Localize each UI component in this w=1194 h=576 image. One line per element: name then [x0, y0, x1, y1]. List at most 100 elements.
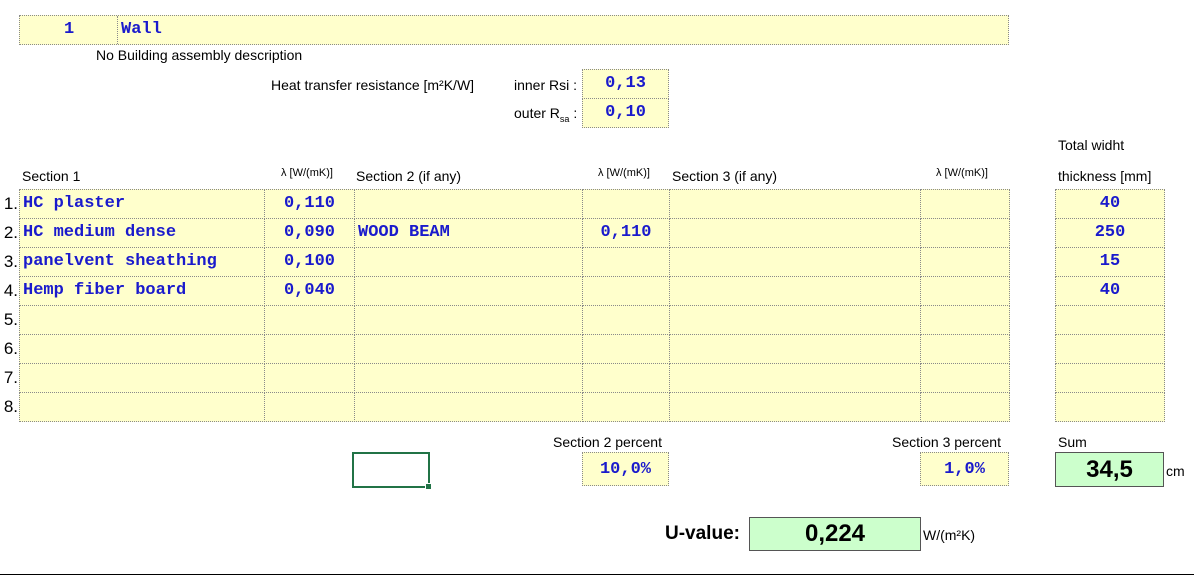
- section3-header: Section 3 (if any): [672, 168, 778, 184]
- thickness-cell[interactable]: [1055, 392, 1165, 422]
- section3-material-cell[interactable]: [669, 276, 921, 306]
- section2-lambda: 0,110: [600, 223, 652, 242]
- section3-material-cell[interactable]: [669, 392, 921, 422]
- section1-lambda: 0,040: [283, 281, 335, 300]
- section1-material-cell[interactable]: [19, 305, 265, 335]
- total-width-label: Total widht: [1058, 137, 1125, 153]
- section2-percent-label: Section 2 percent: [553, 434, 662, 450]
- section3-lambda-cell[interactable]: [920, 334, 1010, 364]
- row-number: 3.: [3, 252, 18, 271]
- section2-material-cell[interactable]: [354, 392, 583, 422]
- section1-lambda-cell[interactable]: 0,100: [264, 247, 355, 277]
- section2-percent-cell[interactable]: 10,0%: [582, 452, 669, 486]
- section1-lambda-cell[interactable]: [264, 363, 355, 393]
- section3-lambda-cell[interactable]: [920, 363, 1010, 393]
- section1-lambda-cell[interactable]: 0,090: [264, 218, 355, 248]
- section3-lambda-cell[interactable]: [920, 392, 1010, 422]
- section1-lambda-cell[interactable]: [264, 305, 355, 335]
- inner-rsi-value: 0,13: [605, 74, 646, 93]
- section2-percent-value: 10,0%: [599, 460, 651, 479]
- section1-material: HC plaster: [23, 194, 126, 213]
- section1-material-cell[interactable]: HC medium dense: [19, 218, 265, 248]
- sum-value: 34,5: [1055, 452, 1164, 487]
- assembly-name[interactable]: Wall: [121, 20, 162, 39]
- section1-material-cell[interactable]: Hemp fiber board: [19, 276, 265, 306]
- row-number: 2.: [3, 223, 18, 242]
- section1-material-cell[interactable]: [19, 363, 265, 393]
- assembly-number[interactable]: 1: [64, 20, 74, 39]
- thickness-cell[interactable]: 15: [1055, 247, 1165, 277]
- section2-lambda-cell[interactable]: [582, 276, 670, 306]
- section2-material-cell[interactable]: [354, 334, 583, 364]
- section2-material-cell[interactable]: [354, 363, 583, 393]
- section2-lambda-cell[interactable]: [582, 334, 670, 364]
- section2-lambda-cell[interactable]: [582, 305, 670, 335]
- section3-lambda-cell[interactable]: [920, 305, 1010, 335]
- section3-lambda-cell[interactable]: [920, 276, 1010, 306]
- section1-lambda-cell[interactable]: [264, 392, 355, 422]
- thickness: 40: [1099, 281, 1121, 300]
- section3-material-cell[interactable]: [669, 189, 921, 219]
- section1-material-cell[interactable]: HC plaster: [19, 189, 265, 219]
- outer-rsa-cell[interactable]: 0,10: [582, 98, 669, 128]
- thickness-cell[interactable]: [1055, 305, 1165, 335]
- section3-lambda-cell[interactable]: [920, 218, 1010, 248]
- section2-material-cell[interactable]: [354, 189, 583, 219]
- section2-material-cell[interactable]: [354, 305, 583, 335]
- section3-lambda-cell[interactable]: [920, 189, 1010, 219]
- section2-lambda-cell[interactable]: 0,110: [582, 218, 670, 248]
- lambda3-header: λ [W/(mK)]: [936, 167, 988, 179]
- section2-lambda-cell[interactable]: [582, 392, 670, 422]
- section1-lambda-cell[interactable]: [264, 334, 355, 364]
- section2-material-cell[interactable]: WOOD BEAM: [354, 218, 583, 248]
- section2-material-cell[interactable]: [354, 247, 583, 277]
- section1-lambda-cell[interactable]: 0,110: [264, 189, 355, 219]
- bottom-divider: [0, 574, 1194, 575]
- thickness: 250: [1094, 223, 1126, 242]
- section1-lambda: 0,090: [283, 223, 335, 242]
- section2-lambda-cell[interactable]: [582, 247, 670, 277]
- row-number: 6.: [3, 339, 18, 358]
- row-number: 1.: [3, 194, 18, 213]
- section1-material-cell[interactable]: [19, 334, 265, 364]
- lambda2-header: λ [W/(mK)]: [598, 167, 650, 179]
- section3-material-cell[interactable]: [669, 305, 921, 335]
- section1-material: HC medium dense: [23, 223, 177, 242]
- selected-cell[interactable]: [352, 452, 432, 490]
- section2-lambda-cell[interactable]: [582, 189, 670, 219]
- row-number: 7.: [3, 368, 18, 387]
- section1-lambda-cell[interactable]: 0,040: [264, 276, 355, 306]
- thickness-cell[interactable]: 250: [1055, 218, 1165, 248]
- thickness-cell[interactable]: [1055, 363, 1165, 393]
- heat-transfer-label: Heat transfer resistance [m²K/W]: [271, 77, 475, 93]
- u-value-unit: W/(m²K): [923, 527, 976, 543]
- section3-percent-cell[interactable]: 1,0%: [920, 452, 1009, 486]
- section1-material: Hemp fiber board: [23, 281, 187, 300]
- section2-lambda-cell[interactable]: [582, 363, 670, 393]
- section1-material-cell[interactable]: [19, 392, 265, 422]
- section2-material: WOOD BEAM: [358, 223, 450, 242]
- section3-lambda-cell[interactable]: [920, 247, 1010, 277]
- inner-rsi-label: inner Rsi :: [514, 77, 578, 93]
- thickness-cell[interactable]: [1055, 334, 1165, 364]
- row-number: 4.: [3, 281, 18, 300]
- section3-material-cell[interactable]: [669, 334, 921, 364]
- section1-material-cell[interactable]: panelvent sheathing: [19, 247, 265, 277]
- fill-handle[interactable]: [425, 483, 432, 490]
- thickness-cell[interactable]: 40: [1055, 189, 1165, 219]
- section3-percent-label: Section 3 percent: [892, 434, 1001, 450]
- outer-rsa-sub: sa: [559, 113, 570, 124]
- row-number: 5.: [3, 310, 18, 329]
- section3-material-cell[interactable]: [669, 363, 921, 393]
- section3-material-cell[interactable]: [669, 218, 921, 248]
- section2-material-cell[interactable]: [354, 276, 583, 306]
- outer-rsa-main: outer R: [514, 105, 560, 121]
- outer-rsa-value: 0,10: [605, 103, 646, 122]
- sum-label: Sum: [1058, 434, 1087, 450]
- section2-header: Section 2 (if any): [356, 168, 462, 184]
- section3-material-cell[interactable]: [669, 247, 921, 277]
- outer-rsa-colon: :: [569, 105, 578, 121]
- thickness-cell[interactable]: 40: [1055, 276, 1165, 306]
- inner-rsi-cell[interactable]: 0,13: [582, 69, 669, 99]
- section1-lambda: 0,100: [283, 252, 335, 271]
